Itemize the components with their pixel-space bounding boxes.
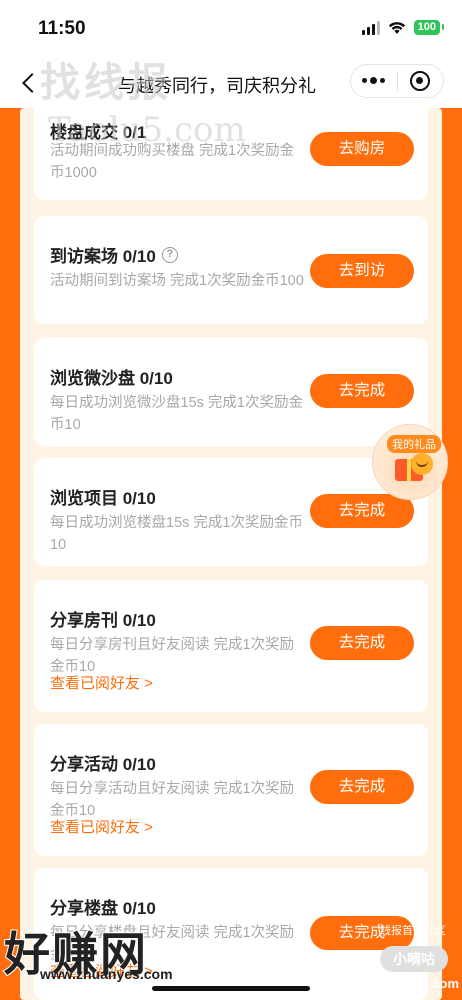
watermark-badge: 小嘀咕: [380, 946, 448, 972]
task-card: 浏览微沙盘 0/10 每日成功浏览微沙盘15s 完成1次奖励金币10 去完成: [34, 338, 428, 446]
task-desc: 每日成功浏览楼盘15s 完成1次奖励金币10: [50, 515, 303, 553]
visit-button[interactable]: 去到访: [310, 254, 414, 288]
task-title: 分享活动 0/10: [50, 755, 156, 774]
task-card: 分享活动 0/10 每日分享活动且好友阅读 完成1次奖励金币10 查看已阅好友 …: [34, 724, 428, 856]
status-time: 11:50: [38, 18, 86, 39]
wifi-icon: [388, 21, 405, 34]
page-title: 与越秀同行，司庆积分礼: [118, 76, 316, 96]
task-title: 浏览微沙盘 0/10: [50, 369, 173, 388]
watermark-url: xdgkt.com: [394, 976, 460, 991]
home-indicator[interactable]: [152, 986, 310, 991]
task-card: 到访案场 0/10? 活动期间到访案场 完成1次奖励金币100 去到访: [34, 216, 428, 324]
complete-button[interactable]: 去完成: [310, 494, 414, 528]
my-gifts-label: 我的礼品: [387, 435, 441, 453]
task-card: 浏览项目 0/10 每日成功浏览楼盘15s 完成1次奖励金币10 去完成: [34, 458, 428, 566]
my-gifts-float-button[interactable]: 我的礼品: [372, 424, 448, 500]
miniprogram-capsule: [350, 64, 444, 98]
mascot-icon: [411, 453, 433, 475]
complete-button[interactable]: 去完成: [310, 626, 414, 660]
status-bar: 11:50 100: [0, 0, 462, 58]
view-read-friends-link[interactable]: 查看已阅好友 >: [50, 672, 153, 693]
chevron-left-icon: [22, 73, 42, 93]
help-icon[interactable]: ?: [161, 246, 178, 263]
watermark-url: www.zhuanyes.com: [40, 966, 173, 982]
target-icon: [410, 71, 431, 91]
task-card: 楼盘成交 0/1 活动期间成功购买楼盘 完成1次奖励金币1000 去购房: [34, 100, 428, 200]
task-desc: 活动期间成功购买楼盘 完成1次奖励金币1000: [50, 143, 295, 181]
buy-house-button[interactable]: 去购房: [310, 132, 414, 166]
task-title: 浏览项目 0/10: [50, 489, 156, 508]
view-read-friends-link[interactable]: 查看已阅好友 >: [50, 816, 153, 837]
status-icons: 100: [361, 20, 445, 35]
task-desc: 活动期间到访案场 完成1次奖励金币100: [50, 273, 304, 289]
close-miniprogram-button[interactable]: [397, 71, 443, 91]
back-button[interactable]: [14, 68, 44, 98]
watermark-tag: 线报首选社区: [380, 925, 446, 937]
battery-indicator: 100: [413, 20, 445, 35]
task-title: 到访案场 0/10?: [50, 242, 178, 267]
complete-button[interactable]: 去完成: [310, 374, 414, 408]
more-button[interactable]: [351, 77, 397, 84]
task-desc: 每日成功浏览微沙盘15s 完成1次奖励金币10: [50, 395, 303, 433]
signal-icon: [361, 20, 380, 35]
task-card: 分享房刊 0/10 每日分享房刊且好友阅读 完成1次奖励金币10 查看已阅好友 …: [34, 580, 428, 712]
task-title: 分享房刊 0/10: [50, 611, 156, 630]
task-title: 分享楼盘 0/10: [50, 899, 156, 918]
complete-button[interactable]: 去完成: [310, 770, 414, 804]
